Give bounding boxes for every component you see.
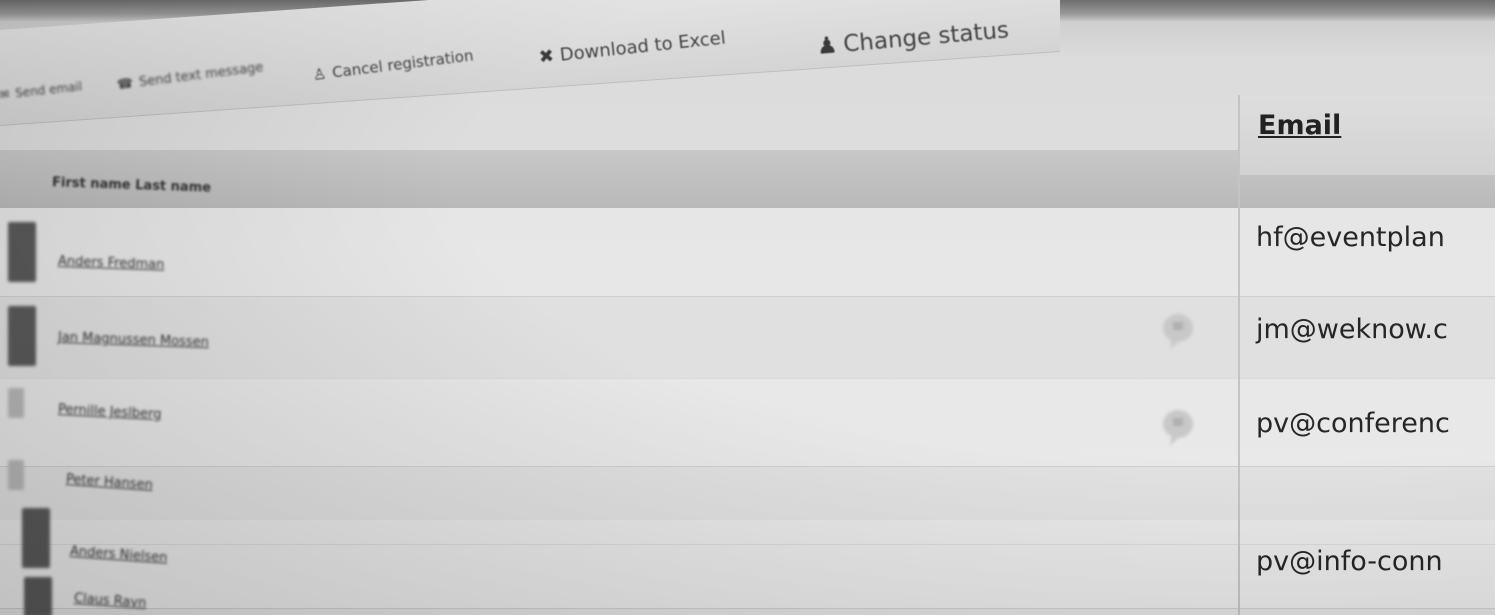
download-to-excel-button[interactable]: ✖ Download to Excel	[538, 27, 727, 68]
email-column-header[interactable]: Email	[1258, 110, 1341, 141]
send-email-button[interactable]: ✉ Send email	[0, 79, 83, 102]
row-email: hf@eventplan	[1256, 222, 1445, 253]
row-name-link[interactable]: Claus Ravn	[73, 591, 146, 611]
speech-bubble-icon[interactable]	[1160, 312, 1196, 352]
table-row[interactable]: Claus Ravn	[0, 577, 1495, 615]
person-status-icon: ♟	[815, 32, 839, 60]
speech-bubble-icon[interactable]	[1160, 408, 1196, 448]
row-checkbox[interactable]	[8, 388, 24, 418]
excel-icon: ✖	[537, 45, 556, 68]
row-name-link[interactable]: Pernille Jeslberg	[58, 402, 162, 422]
phone-icon: ☎	[116, 76, 135, 93]
send-email-label: Send email	[14, 79, 83, 101]
row-name-link[interactable]: Jan Magnussen Mossen	[58, 330, 209, 350]
row-checkbox[interactable]	[8, 222, 36, 282]
row-checkbox[interactable]	[8, 460, 24, 490]
table-row[interactable]: Jan Magnussen Mossen jm@weknow.c	[0, 290, 1495, 379]
send-text-message-button[interactable]: ☎ Send text message	[116, 60, 264, 93]
download-to-excel-label: Download to Excel	[558, 27, 727, 66]
row-email: pv@info-conn	[1256, 546, 1443, 577]
table-row[interactable]: Anders Fredman hf@eventplan	[0, 208, 1495, 297]
row-email: pv@conferenc	[1256, 408, 1450, 439]
row-name-link[interactable]: Peter Hansen	[65, 472, 153, 493]
change-status-button[interactable]: ♟ Change status	[816, 17, 1010, 60]
person-cancel-icon: ♙	[311, 64, 328, 84]
row-checkbox[interactable]	[22, 508, 50, 568]
row-checkbox[interactable]	[8, 306, 36, 366]
change-status-label: Change status	[842, 17, 1010, 58]
column-divider	[1238, 95, 1240, 615]
cancel-registration-label: Cancel registration	[331, 46, 475, 82]
row-email: jm@weknow.c	[1256, 314, 1448, 345]
screen: ✉ Send email ☎ Send text message ♙ Cance…	[0, 0, 1495, 615]
envelope-icon: ✉	[0, 87, 11, 102]
cancel-registration-button[interactable]: ♙ Cancel registration	[312, 46, 475, 84]
table-row[interactable]: Pernille Jeslberg pv@conferenc	[0, 378, 1495, 467]
row-name-link[interactable]: Anders Fredman	[58, 254, 165, 273]
row-name-link[interactable]: Anders Nielsen	[69, 544, 167, 566]
send-text-message-label: Send text message	[138, 60, 265, 91]
row-checkbox[interactable]	[24, 577, 52, 615]
